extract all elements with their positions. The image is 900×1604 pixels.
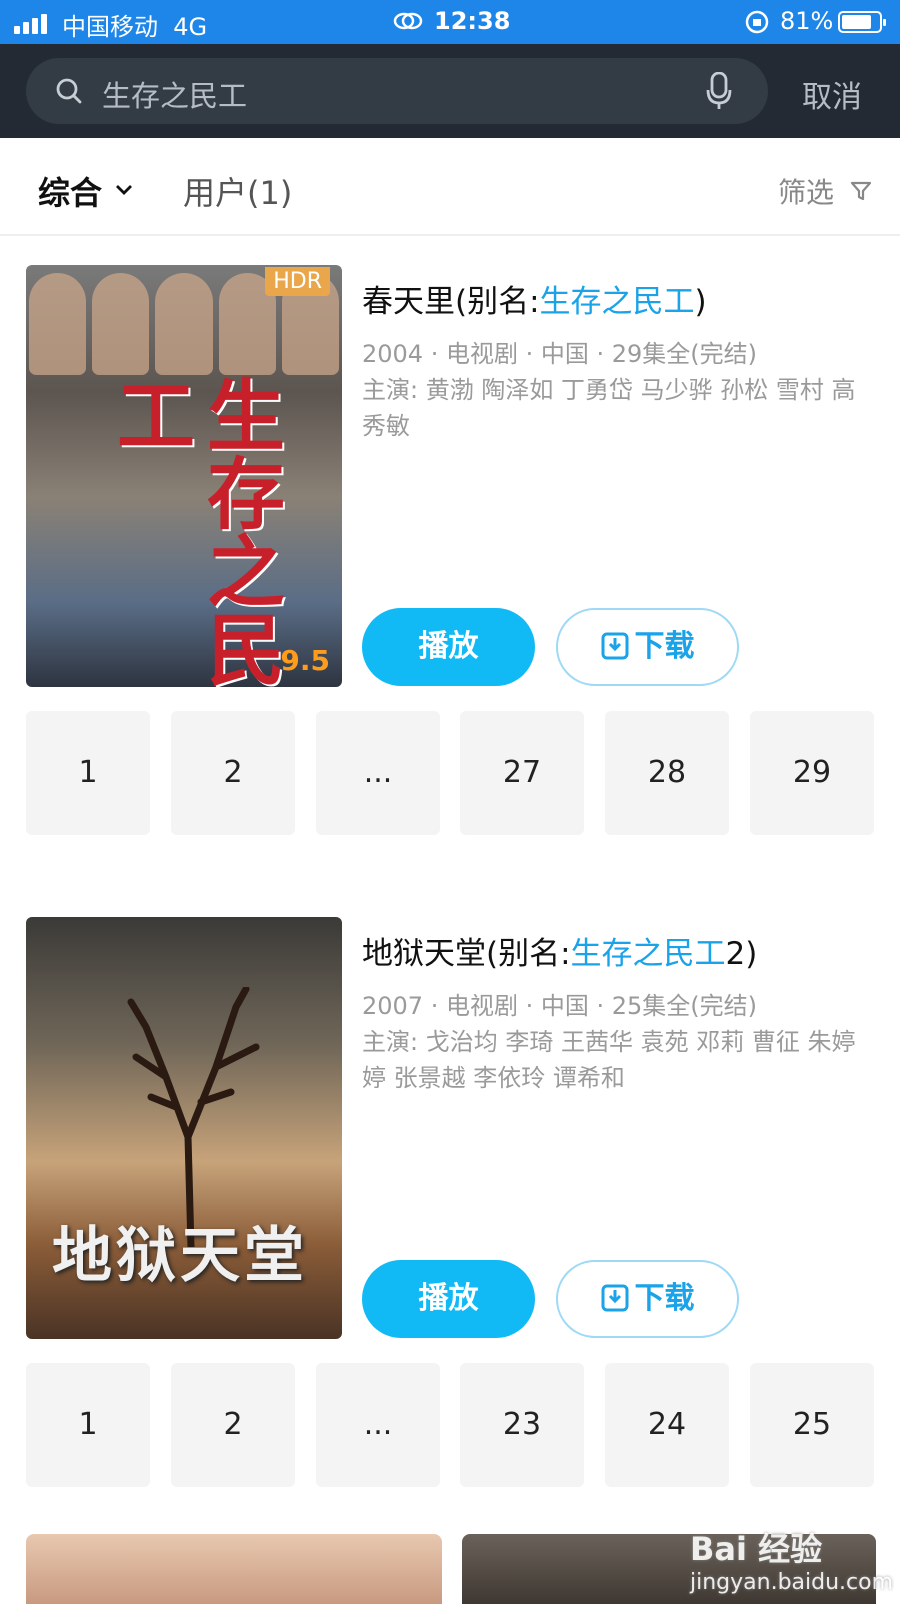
episode-button[interactable]: 25	[750, 1363, 874, 1487]
battery-icon	[838, 11, 886, 33]
episode-button[interactable]: 24	[605, 1363, 729, 1487]
carrier-label: 中国移动 4G	[62, 13, 208, 41]
episode-button[interactable]: 29	[750, 711, 874, 835]
microphone-icon[interactable]	[706, 72, 732, 110]
filter-button[interactable]: 筛选	[778, 171, 834, 211]
signal-icon	[14, 12, 54, 34]
result-cast: 主演: 黄渤 陶泽如 丁勇岱 马少骅 孙松 雪村 高秀敏	[362, 376, 856, 440]
score-badge: 9.5	[280, 644, 330, 677]
result-cast: 主演: 戈治均 李琦 王茜华 袁苑 邓莉 曹征 朱婷婷 张景越 李依玲 谭希和	[362, 1028, 856, 1092]
rotation-lock-icon	[745, 10, 769, 34]
filter-icon[interactable]	[850, 180, 872, 202]
tab-all[interactable]: 综合	[38, 168, 102, 214]
download-label: 下载	[634, 1281, 695, 1316]
episode-list: 1 2 ... 27 28 29	[26, 711, 874, 835]
battery-percent: 81%	[780, 7, 834, 35]
episode-button[interactable]: 2	[171, 711, 295, 835]
play-button[interactable]: 播放	[362, 1260, 535, 1338]
result-meta: 2007 · 电视剧 · 中国 · 25集全(完结)	[362, 992, 758, 1020]
download-icon	[601, 1284, 628, 1312]
search-query[interactable]: 生存之民工	[102, 73, 247, 115]
result-tabs: 综合 用户(1) 筛选	[0, 138, 900, 236]
status-bar: 中国移动 4G 12:38 81%	[0, 0, 900, 44]
cancel-button[interactable]: 取消	[802, 72, 862, 116]
search-icon	[56, 78, 82, 104]
download-icon	[601, 632, 628, 660]
play-button[interactable]: 播放	[362, 608, 535, 686]
episode-button[interactable]: 1	[26, 711, 150, 835]
episode-button[interactable]: 2	[171, 1363, 295, 1487]
download-label: 下载	[634, 629, 695, 664]
result-thumbnail[interactable]	[26, 1534, 442, 1604]
episode-button[interactable]: 28	[605, 711, 729, 835]
watermark: Bai 经验 jingyan.baidu.com	[690, 1524, 893, 1595]
watermark-logo-text: Bai 经验	[690, 1530, 823, 1568]
episode-button[interactable]: 27	[460, 711, 584, 835]
result-title[interactable]: 春天里(别名:生存之民工)	[362, 276, 707, 321]
episode-button[interactable]: 1	[26, 1363, 150, 1487]
episode-more-button[interactable]: ...	[316, 711, 440, 835]
result-meta: 2004 · 电视剧 · 中国 · 29集全(完结)	[362, 340, 758, 368]
download-button[interactable]: 下载	[556, 1260, 739, 1338]
poster-image[interactable]: 生存之民工 HDR 9.5	[26, 265, 342, 687]
hdr-badge: HDR	[265, 267, 330, 296]
tab-users[interactable]: 用户(1)	[183, 168, 292, 214]
search-input[interactable]: 生存之民工	[26, 58, 768, 124]
episode-button[interactable]: 23	[460, 1363, 584, 1487]
result-title[interactable]: 地狱天堂(别名:生存之民工2)	[362, 928, 757, 973]
search-header: 生存之民工 取消	[0, 44, 900, 138]
poster-title: 生存之民工	[104, 375, 285, 687]
watermark-url: jingyan.baidu.com	[690, 1570, 894, 1595]
clock: 12:38	[434, 7, 511, 35]
link-icon	[393, 12, 423, 30]
poster-image[interactable]: 地狱天堂	[26, 917, 342, 1339]
download-button[interactable]: 下载	[556, 608, 739, 686]
poster-title: 地狱天堂	[52, 1221, 308, 1291]
episode-list: 1 2 ... 23 24 25	[26, 1363, 874, 1487]
episode-more-button[interactable]: ...	[316, 1363, 440, 1487]
chevron-down-icon[interactable]	[115, 184, 133, 196]
